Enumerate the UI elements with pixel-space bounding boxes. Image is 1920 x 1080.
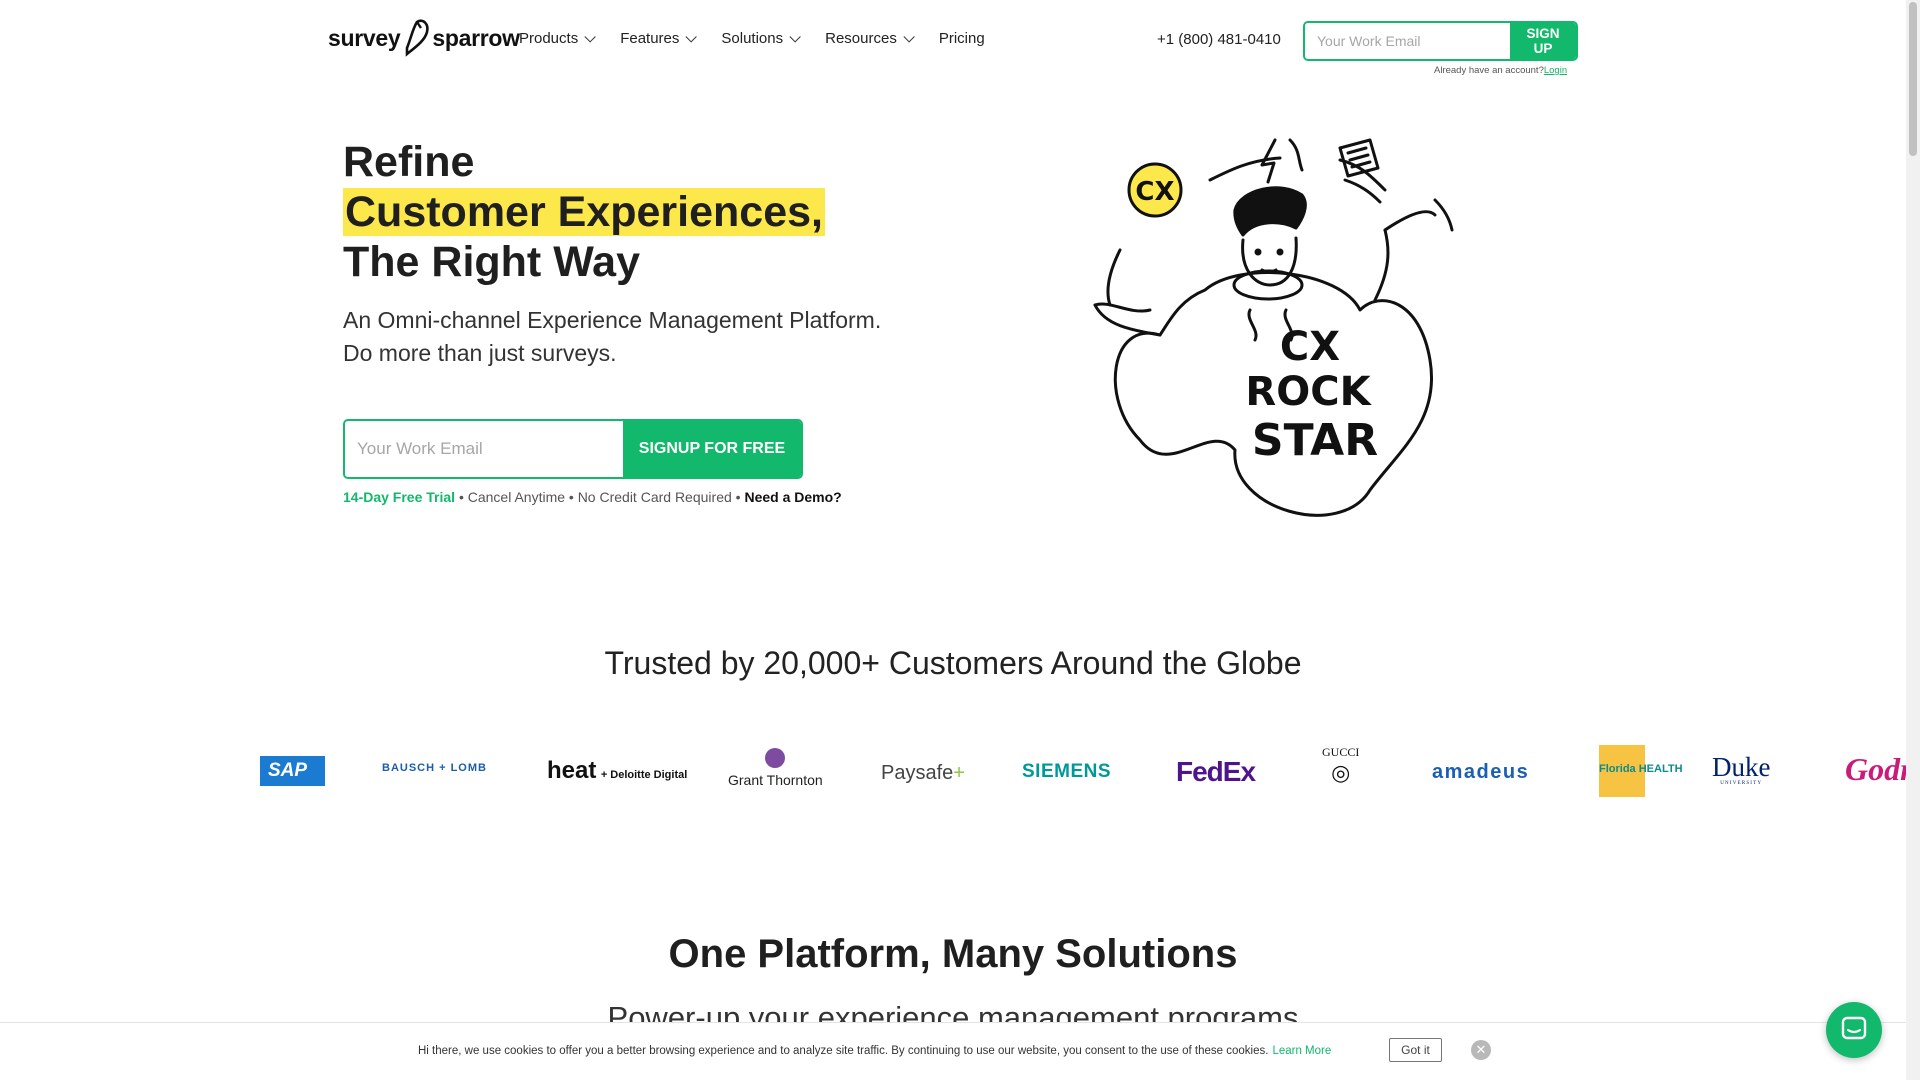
have-account-note: Already have an account?Login <box>1434 65 1567 76</box>
trusted-title: Trusted by 20,000+ Customers Around the … <box>604 645 1302 681</box>
illustration-text-cx: CX <box>1280 324 1340 370</box>
sap-logo: SAP <box>260 756 326 786</box>
cx-rockstar-illustration: CX CX ROCK STAR <box>1093 138 1454 517</box>
close-icon[interactable]: ✕ <box>1471 1040 1491 1060</box>
hero-title: Refine Customer Experiences, The Right W… <box>343 137 825 287</box>
nav-pricing[interactable]: Pricing <box>939 30 985 47</box>
hero-signup-form: SIGNUP FOR FREE <box>343 419 803 479</box>
nav-products-label: Products <box>519 30 579 47</box>
got-it-button[interactable]: Got it <box>1389 1038 1442 1062</box>
grant-thornton-logo: Grant Thornton <box>728 748 823 788</box>
phone-number[interactable]: +1 (800) 481-0410 <box>1157 31 1281 48</box>
hero-title-line1: Refine <box>343 138 475 186</box>
godrej-logo: Godrej <box>1845 751 1906 787</box>
hero-meta: 14-Day Free Trial • Cancel Anytime • No … <box>343 489 842 505</box>
hero-email-input[interactable] <box>345 421 623 477</box>
header-email-input[interactable] <box>1305 23 1510 59</box>
hero-subtitle-line1: An Omni-channel Experience Management Pl… <box>343 307 882 333</box>
signup-for-free-button[interactable]: SIGNUP FOR FREE <box>623 421 801 477</box>
amadeus-logo: amadeus <box>1432 761 1530 783</box>
page-scrollbar[interactable] <box>1906 0 1920 1080</box>
duke-logo: Duke UNIVERSITY <box>1712 752 1771 786</box>
hero-subtitle: An Omni-channel Experience Management Pl… <box>343 304 943 370</box>
cookie-banner: Hi there, we use cookies to offer you a … <box>0 1022 1906 1080</box>
chevron-down-icon <box>903 30 915 43</box>
chevron-down-icon <box>584 30 596 43</box>
paysafe-logo: Paysafe+ <box>881 762 965 784</box>
chat-button[interactable] <box>1826 1002 1882 1058</box>
cookie-text: Hi there, we use cookies to offer you a … <box>418 1045 1331 1057</box>
nav-features[interactable]: Features <box>620 30 698 47</box>
free-trial-text: 14-Day Free Trial <box>343 489 456 505</box>
login-link[interactable]: Login <box>1544 65 1567 76</box>
learn-more-link[interactable]: Learn More <box>1272 1045 1331 1057</box>
sparrow-logo-icon <box>406 19 430 57</box>
scrollbar-thumb[interactable] <box>1909 2 1917 156</box>
customer-logos: SAP BAUSCH + LOMB heat + Deloitte Digita… <box>0 735 1906 805</box>
header-signup-button[interactable]: SIGN UP <box>1510 23 1576 59</box>
bausch-lomb-logo: BAUSCH + LOMB <box>382 762 487 774</box>
nav-solutions-label: Solutions <box>721 30 784 47</box>
nav-pricing-label: Pricing <box>938 30 985 47</box>
hero-title-highlight: Customer Experiences, <box>343 188 825 236</box>
main-nav: Products Features Solutions Resources Pr… <box>519 30 1013 47</box>
surveysparrow-logo[interactable]: survey sparrow <box>328 18 520 58</box>
have-account-text: Already have an account? <box>1434 65 1544 76</box>
site-header: survey sparrow Products Features Solutio… <box>0 0 1906 90</box>
nav-solutions[interactable]: Solutions <box>721 30 801 47</box>
fedex-logo: FedEx <box>1176 756 1256 787</box>
nav-products[interactable]: Products <box>519 30 596 47</box>
nav-resources[interactable]: Resources <box>825 30 915 47</box>
header-signup-form: SIGN UP <box>1303 21 1578 61</box>
need-demo-link[interactable]: Need a Demo? <box>744 489 841 505</box>
nav-resources-label: Resources <box>825 30 897 47</box>
hero-meta-terms: • Cancel Anytime • No Credit Card Requir… <box>455 489 745 505</box>
platform-title: One Platform, Many Solutions <box>668 932 1238 976</box>
illustration-text-star: STAR <box>1252 415 1378 466</box>
logo-text-survey: survey <box>328 24 401 51</box>
siemens-logo: SIEMENS <box>1022 761 1112 782</box>
chevron-down-icon <box>789 30 801 43</box>
heat-deloitte-logo: heat + Deloitte Digital <box>547 757 688 784</box>
logo-text-sparrow: sparrow <box>432 24 520 51</box>
hero-title-line3: The Right Way <box>343 238 641 286</box>
gucci-logo: GUCCI ◎ <box>1322 745 1360 785</box>
florida-health-logo: Florida HEALTH <box>1599 745 1683 797</box>
svg-text:CX: CX <box>1135 177 1174 207</box>
chevron-down-icon <box>685 30 698 43</box>
illustration-text-rock: ROCK <box>1245 369 1372 415</box>
chat-icon <box>1841 1016 1867 1040</box>
cookie-message: Hi there, we use cookies to offer you a … <box>418 1045 1269 1057</box>
nav-features-label: Features <box>620 30 680 47</box>
cx-badge-icon: CX <box>1127 162 1183 218</box>
hero-subtitle-line2: Do more than just surveys. <box>343 340 617 366</box>
